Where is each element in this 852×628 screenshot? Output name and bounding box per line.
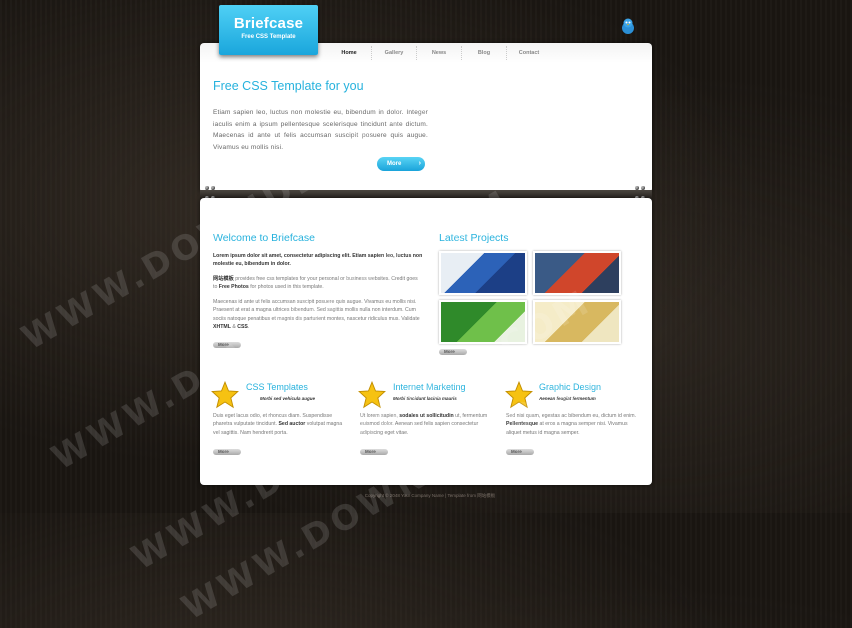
feature-text-bold: Pellentesque [506, 421, 539, 428]
feature-subtitle: Morbi sed vehicula augue [260, 396, 316, 401]
welcome-p2-end: for photos used in this template. [248, 284, 324, 291]
project-thumbnail[interactable] [439, 300, 527, 344]
feature-text: Duis eget lacus odio, et rhoncus diam. S… [213, 412, 348, 437]
twitter-bird-icon[interactable] [620, 17, 636, 35]
feature-title: Graphic Design [539, 382, 602, 392]
feature-subtitle: Morbi tincidunt lacinia mauris [393, 396, 457, 401]
rivet-icon [205, 186, 209, 190]
rivet-icon [641, 186, 645, 190]
footer-copyright: Copyright © 2048 Your Company Name | Tem… [364, 493, 496, 498]
welcome-p3-text: Maecenas id ante ut felis accumsan susci… [213, 299, 420, 322]
welcome-lead: Lorem ipsum dolor sit amet, consectetur … [213, 253, 423, 268]
hero-text: Etiam sapien leo, luctus non molestie eu… [213, 109, 428, 151]
xhtml-link[interactable]: XHTML [213, 324, 231, 330]
feature-title: Internet Marketing [393, 382, 466, 392]
feature-text: Ut lorem sapien, sodales ut sollicitudin… [360, 412, 495, 437]
rivet-icon [211, 186, 215, 190]
welcome-paragraph-3: Maecenas id ante ut felis accumsan susci… [213, 298, 423, 332]
nav-contact[interactable]: Contact [507, 46, 551, 60]
feature-text-bold: Sed auctor [278, 421, 306, 428]
nav-blog[interactable]: Blog [462, 46, 507, 60]
hero-more-label: More [387, 161, 402, 167]
feature-title: CSS Templates [246, 382, 308, 392]
feature-text-bold: sodales ut sollicitudin [399, 413, 454, 419]
nav-news[interactable]: News [417, 46, 462, 60]
site-link[interactable]: 网站模板 [213, 276, 234, 282]
feature-more-button[interactable]: More [506, 449, 534, 455]
welcome-more-button[interactable]: More [213, 342, 241, 348]
projects-more-button[interactable]: More [439, 349, 467, 355]
feature-text-part: Ut lorem sapien, [360, 413, 400, 419]
nav-home[interactable]: Home [327, 46, 372, 60]
star-icon [358, 381, 386, 409]
main-nav: Home Gallery News Blog Contact [327, 46, 551, 60]
feature-text-part: Sed nisi quam, egestas ac bibendum eu, d… [506, 413, 637, 419]
logo-title: Briefcase [233, 15, 304, 32]
welcome-p3-end: . [247, 324, 250, 331]
welcome-title: Welcome to Briefcase [213, 232, 315, 244]
hero-more-button[interactable]: More › [377, 157, 425, 171]
hero-title: Free CSS Template for you [213, 79, 364, 93]
feature-subtitle: Aenean feugiat fermentum [539, 396, 596, 401]
feature-text: Sed nisi quam, egestas ac bibendum eu, d… [506, 412, 640, 437]
star-icon [211, 381, 239, 409]
feature-more-button[interactable]: More [213, 449, 241, 455]
star-icon [505, 381, 533, 409]
nav-gallery[interactable]: Gallery [372, 46, 417, 60]
project-thumbnail[interactable] [533, 251, 621, 295]
project-thumbnail[interactable] [533, 300, 621, 344]
feature-more-button[interactable]: More [360, 449, 388, 455]
rivet-icon [635, 186, 639, 190]
welcome-paragraph-2: 网站模板 provides free css templates for you… [213, 275, 423, 292]
arrow-right-icon: › [418, 160, 421, 167]
css-link[interactable]: CSS [237, 324, 248, 330]
logo-subtitle: Free CSS Template [241, 34, 296, 40]
free-photos-link[interactable]: Free Photos [219, 284, 249, 290]
projects-title: Latest Projects [439, 232, 509, 244]
logo[interactable]: Briefcase Free CSS Template [219, 5, 318, 55]
project-thumbnail[interactable] [439, 251, 527, 295]
